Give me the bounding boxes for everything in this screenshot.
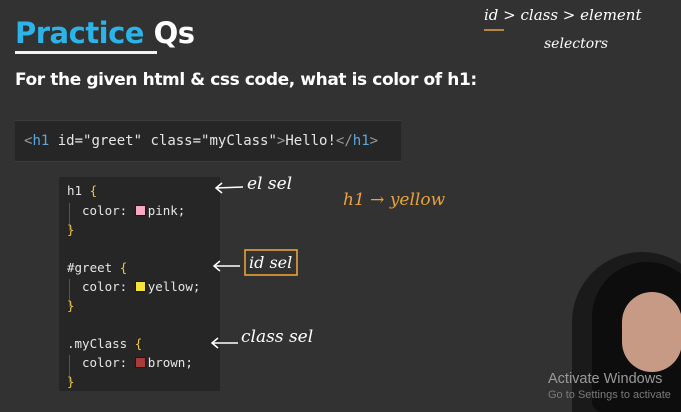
- annotation-id-sel: id sel: [249, 253, 293, 272]
- arrow-left-icon: [210, 337, 238, 349]
- activate-windows-subtext: Go to Settings to activate: [548, 389, 671, 401]
- presenter-face: [622, 292, 681, 372]
- annotation-el-sel: el sel: [247, 174, 293, 194]
- annotation-selectors: selectors: [544, 36, 609, 52]
- arrow-left-icon: [214, 182, 244, 194]
- annotation-hierarchy: id > class > element: [484, 6, 642, 24]
- arrow-left-icon: [212, 260, 240, 272]
- annotation-class-sel: class sel: [241, 327, 314, 347]
- annotation-answer: h1 → yellow: [343, 190, 446, 210]
- activate-windows-watermark: Activate Windows: [548, 371, 663, 387]
- webcam-presenter: [572, 252, 681, 412]
